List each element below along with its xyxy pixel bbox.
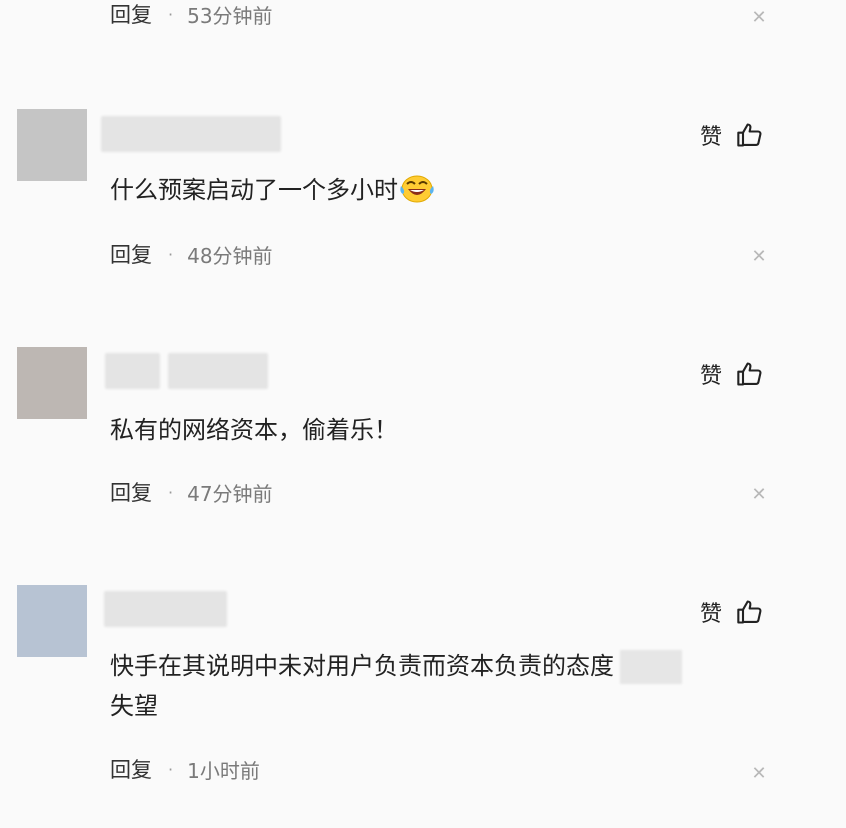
avatar[interactable]	[17, 347, 87, 419]
reply-row: 回复 · 48分钟前	[110, 240, 273, 268]
thumbs-up-icon	[737, 362, 762, 386]
reply-row: 回复 · 1小时前	[110, 755, 260, 783]
separator-dot: ·	[168, 244, 174, 264]
reply-button[interactable]: 回复	[110, 0, 152, 29]
thumbs-up-icon	[737, 600, 762, 624]
reply-row: 回复 · 53分钟前	[110, 0, 273, 28]
close-icon[interactable]: ✕	[750, 484, 768, 505]
avatar[interactable]	[17, 109, 87, 181]
username-redacted	[104, 591, 227, 627]
reply-button[interactable]: 回复	[110, 754, 152, 784]
like-button[interactable]: 赞	[700, 596, 764, 628]
laughing-crying-emoji-icon	[400, 175, 434, 203]
close-icon[interactable]: ✕	[750, 7, 768, 28]
reply-row: 回复 · 47分钟前	[110, 478, 273, 506]
timestamp: 47分钟前	[187, 481, 273, 506]
like-label: 赞	[700, 364, 723, 389]
reply-button[interactable]: 回复	[110, 239, 152, 269]
separator-dot: ·	[168, 759, 174, 779]
comment-feed: 回复 · 53分钟前 ✕ 赞 什么预案启动了一个多小时 回复 · 48分钟前 ✕	[0, 0, 846, 828]
like-button[interactable]: 赞	[700, 119, 764, 151]
comment-text: 私有的网络资本，偷着乐！	[110, 416, 398, 444]
close-icon[interactable]: ✕	[750, 763, 768, 784]
comment-text: 什么预案启动了一个多小时	[110, 170, 436, 210]
username-redacted	[168, 353, 268, 389]
thumbs-up-icon	[737, 123, 762, 147]
redacted-emoji	[620, 650, 682, 684]
timestamp: 48分钟前	[187, 243, 273, 268]
timestamp: 1小时前	[187, 758, 260, 783]
reply-button[interactable]: 回复	[110, 477, 152, 507]
close-icon[interactable]: ✕	[750, 246, 768, 267]
like-label: 赞	[700, 125, 723, 150]
like-button[interactable]: 赞	[700, 358, 764, 390]
username-redacted	[105, 353, 160, 389]
comment-text: 快手在其说明中未对用户负责而资本负责的态度 失望	[110, 646, 682, 726]
separator-dot: ·	[168, 482, 174, 502]
username-redacted	[101, 116, 281, 152]
separator-dot: ·	[168, 4, 174, 24]
like-label: 赞	[700, 602, 723, 627]
timestamp: 53分钟前	[187, 3, 273, 28]
avatar[interactable]	[17, 585, 87, 657]
